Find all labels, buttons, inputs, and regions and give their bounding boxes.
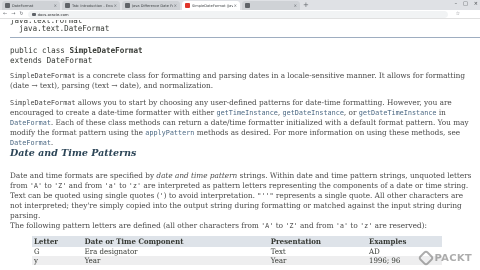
paragraph-text: are reserved): (372, 221, 427, 230)
code-literal: 'a' (335, 222, 349, 230)
column-header: Date or Time Component (82, 236, 269, 247)
table-cell: Year (268, 256, 368, 265)
emphasis-text: date and time pattern (156, 171, 238, 180)
tab-favicon-icon (185, 3, 190, 8)
code-literal: 'Z' (285, 222, 298, 230)
paragraph-text: and from (66, 181, 105, 190)
paragraph-text: to (348, 221, 361, 230)
tab-close-icon[interactable]: × (114, 3, 117, 8)
watermark-text: PACKT (434, 252, 472, 264)
browser-tab-0[interactable]: DateFormat × (2, 1, 60, 10)
url-text: docs.oracle.com (37, 11, 69, 17)
paragraph-text: ) to avoid interpretation. (163, 191, 258, 200)
class-declaration: public class SimpleDateFormat extends Da… (10, 46, 143, 65)
class-name-code: SimpleDateFormat (10, 99, 76, 107)
paragraph-text: The following pattern letters are define… (10, 221, 262, 230)
page-content: java.text.Format java.text.DateFormat pu… (0, 20, 480, 270)
tab-favicon-icon (5, 3, 10, 8)
packt-logo-icon (417, 249, 435, 267)
paragraph-text: in (436, 108, 446, 117)
code-literal: 'a' (104, 182, 117, 190)
table-cell: y (32, 256, 83, 265)
link-applyPattern[interactable]: applyPattern (145, 129, 194, 137)
paragraph-text: , or (343, 108, 359, 117)
tab-strip: DateFormat × Tab: Introduction - Encapsul… (0, 0, 480, 10)
table-header-row: Letter Date or Time Component Presentati… (32, 236, 442, 247)
class-name-code: SimpleDateFormat (10, 72, 76, 80)
table-cell: Year (82, 256, 269, 265)
divider (10, 37, 480, 38)
tab-title: DateFormat (12, 3, 34, 8)
table-row: y Year Year 1996; 96 (32, 256, 442, 265)
table-cell: Text (270, 247, 286, 256)
link-DateFormat[interactable]: DateFormat (10, 119, 51, 127)
tab-close-icon[interactable]: × (54, 3, 57, 8)
tab-close-icon[interactable]: × (174, 3, 177, 8)
url-field[interactable]: docs.oracle.com (27, 10, 448, 18)
code-literal: 'z' (360, 222, 373, 230)
browser-tab-3[interactable]: SimpleDateFormat (Java Platform...× (182, 1, 240, 10)
paragraph-text: and from (297, 221, 336, 230)
code-literal: 'Z' (54, 182, 67, 190)
link-getTimeInstance[interactable]: getTimeInstance (217, 109, 278, 117)
paragraph-text: Date and time formats are specified by (10, 171, 157, 180)
link-getDateInstance[interactable]: getDateInstance (283, 109, 344, 117)
browser-tab-2[interactable]: Java Difference Date Format Code...× (122, 1, 180, 10)
tab-title: Java Difference Date Format Code... (132, 3, 173, 8)
packt-watermark: PACKT (417, 249, 472, 267)
reserved-paragraph: The following pattern letters are define… (10, 221, 472, 231)
tab-favicon-icon (65, 3, 70, 8)
paragraph-text: . (50, 138, 54, 147)
table-row: G Era designator Text AD (32, 247, 442, 256)
maximize-button[interactable]: □ (463, 1, 468, 7)
reload-icon[interactable]: ↻ (19, 11, 23, 17)
link-getDateTimeInstance[interactable]: getDateTimeInstance (359, 109, 437, 117)
code-literal: 'z' (128, 182, 142, 190)
usage-paragraph: SimpleDateFormat allows you to start by … (10, 98, 472, 148)
browser-tab-4[interactable]: × (242, 1, 300, 10)
minimize-button[interactable]: – (455, 1, 458, 7)
tab-close-icon[interactable]: × (294, 3, 297, 8)
code-literal: "''" (257, 192, 274, 200)
column-header: Presentation (268, 236, 368, 247)
paragraph-text: is a concrete class for formatting and p… (10, 71, 466, 90)
browser-tab-1[interactable]: Tab: Introduction - Encapsulatio...× (62, 1, 120, 10)
declaration-class-name: SimpleDateFormat (69, 46, 143, 55)
section-heading: Date and Time Patterns (10, 148, 137, 159)
declaration-extends: extends DateFormat (10, 55, 93, 65)
paragraph-text: to (116, 181, 129, 190)
tab-title: SimpleDateFormat (Java Platform... (192, 3, 233, 8)
tab-favicon-icon (245, 3, 250, 8)
paragraph-text: methods as desired. For more information… (194, 128, 461, 137)
paragraph-text: to (42, 181, 55, 190)
address-bar: ← → ↻ docs.oracle.com ☆ (0, 10, 480, 19)
window-controls: – □ × (455, 1, 478, 7)
column-header: Examples (367, 236, 442, 247)
close-window-button[interactable]: × (474, 1, 478, 7)
tab-title: Tab: Introduction - Encapsulatio... (72, 3, 113, 8)
tab-favicon-icon (125, 3, 130, 8)
code-literal: 'A' (261, 222, 274, 230)
bookmark-star-icon[interactable]: ☆ (456, 11, 460, 17)
declaration-prefix: public class (10, 46, 70, 55)
intro-paragraph: SimpleDateFormat is a concrete class for… (10, 71, 472, 91)
link-DateFormat-see[interactable]: DateFormat (10, 139, 51, 147)
pattern-letters-table: Letter Date or Time Component Presentati… (32, 236, 442, 265)
table-cell: G (34, 247, 40, 256)
paragraph-text: to (273, 221, 286, 230)
inheritance-tree-text: java.text.Format java.text.DateFormat (10, 20, 110, 33)
lock-icon (31, 12, 36, 16)
back-icon[interactable]: ← (3, 11, 7, 17)
code-literal: 'A' (29, 182, 43, 190)
tab-close-icon[interactable]: × (234, 3, 237, 8)
new-tab-button[interactable]: + (303, 1, 309, 10)
forward-icon[interactable]: → (11, 11, 15, 17)
column-header: Letter (32, 236, 83, 247)
table-cell: Era designator (84, 247, 138, 256)
patterns-paragraph: Date and time formats are specified by d… (10, 171, 472, 221)
